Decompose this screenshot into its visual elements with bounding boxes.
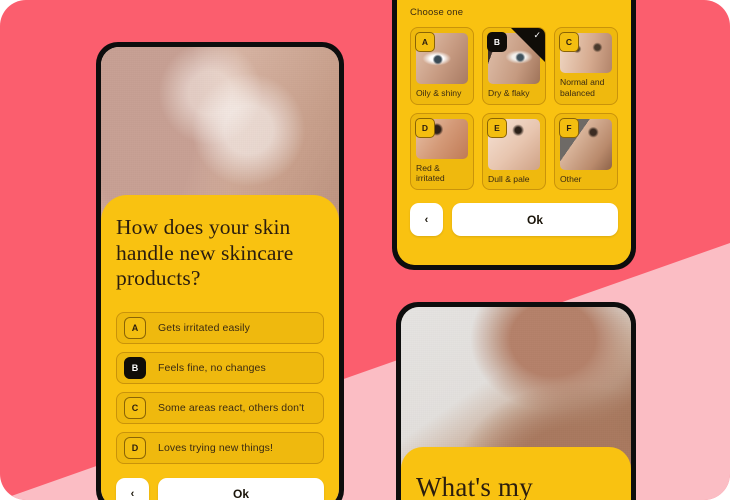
intro-title: What's my <box>416 472 533 500</box>
phone-question: How does your skin handle new skincare p… <box>96 42 344 500</box>
screen-chooser: Choose one A Oily & shiny B ✓ Dry & flak… <box>397 0 631 265</box>
skin-card-a-caption: Oily & shiny <box>416 88 462 98</box>
question-sheet: How does your skin handle new skincare p… <box>101 195 339 500</box>
chooser-back-button[interactable]: ‹ <box>410 203 443 236</box>
question-title: How does your skin handle new skincare p… <box>116 215 294 290</box>
option-label-a: Gets irritated easily <box>158 321 250 334</box>
skin-card-f[interactable]: F Other <box>554 112 618 190</box>
chooser-sheet: Choose one A Oily & shiny B ✓ Dry & flak… <box>397 0 631 265</box>
skin-card-f-badge: F <box>559 117 579 138</box>
skin-card-d[interactable]: D Red & irritated <box>410 112 474 190</box>
screen-intro: What's my <box>401 307 631 500</box>
option-row-b[interactable]: B Feels fine, no changes <box>116 351 324 384</box>
option-list: A Gets irritated easily B Feels fine, no… <box>116 311 324 464</box>
intro-sheet: What's my <box>401 447 631 500</box>
phone-intro: What's my <box>396 302 636 500</box>
option-row-a[interactable]: A Gets irritated easily <box>116 311 324 344</box>
screen-question: How does your skin handle new skincare p… <box>101 47 339 500</box>
skin-card-c-caption: Normal and balanced <box>560 77 605 98</box>
skin-card-e-badge: E <box>487 117 507 138</box>
skin-card-a[interactable]: A Oily & shiny <box>410 27 474 105</box>
skin-card-b-badge: B <box>487 32 507 52</box>
skin-card-c[interactable]: C Normal and balanced <box>554 27 618 105</box>
skin-card-c-badge: C <box>559 32 579 52</box>
poster-canvas: How does your skin handle new skincare p… <box>0 0 730 500</box>
skin-card-f-caption: Other <box>560 173 582 184</box>
skin-card-b[interactable]: B ✓ Dry & flaky <box>482 27 546 105</box>
option-label-b: Feels fine, no changes <box>158 361 266 374</box>
selected-corner-b: ✓ <box>511 28 545 62</box>
skin-card-e[interactable]: E Dull & pale <box>482 112 546 190</box>
check-icon: ✓ <box>533 30 541 40</box>
option-badge-b: B <box>124 356 146 379</box>
skin-card-d-caption: Red & irritated <box>416 162 445 184</box>
phone-chooser: Choose one A Oily & shiny B ✓ Dry & flak… <box>392 0 636 270</box>
question-action-bar: ‹ Ok <box>116 477 324 500</box>
option-row-d[interactable]: D Loves trying new things! <box>116 431 324 464</box>
option-label-d: Loves trying new things! <box>158 441 274 454</box>
option-badge-d: D <box>124 436 146 459</box>
skin-card-e-caption: Dull & pale <box>488 173 530 184</box>
chooser-action-bar: ‹ Ok <box>410 203 618 236</box>
chooser-header: Choose one <box>410 7 464 18</box>
ok-button[interactable]: Ok <box>158 477 324 500</box>
skin-card-a-badge: A <box>415 32 435 52</box>
skin-card-b-caption: Dry & flaky <box>488 88 530 98</box>
skin-card-d-badge: D <box>415 117 435 138</box>
skin-type-grid: A Oily & shiny B ✓ Dry & flaky C Normal … <box>410 27 618 190</box>
option-row-c[interactable]: C Some areas react, others don't <box>116 391 324 424</box>
option-badge-c: C <box>124 396 146 419</box>
option-badge-a: A <box>124 316 146 339</box>
back-button[interactable]: ‹ <box>116 477 149 500</box>
option-label-c: Some areas react, others don't <box>158 401 305 414</box>
chooser-ok-button[interactable]: Ok <box>452 203 618 236</box>
